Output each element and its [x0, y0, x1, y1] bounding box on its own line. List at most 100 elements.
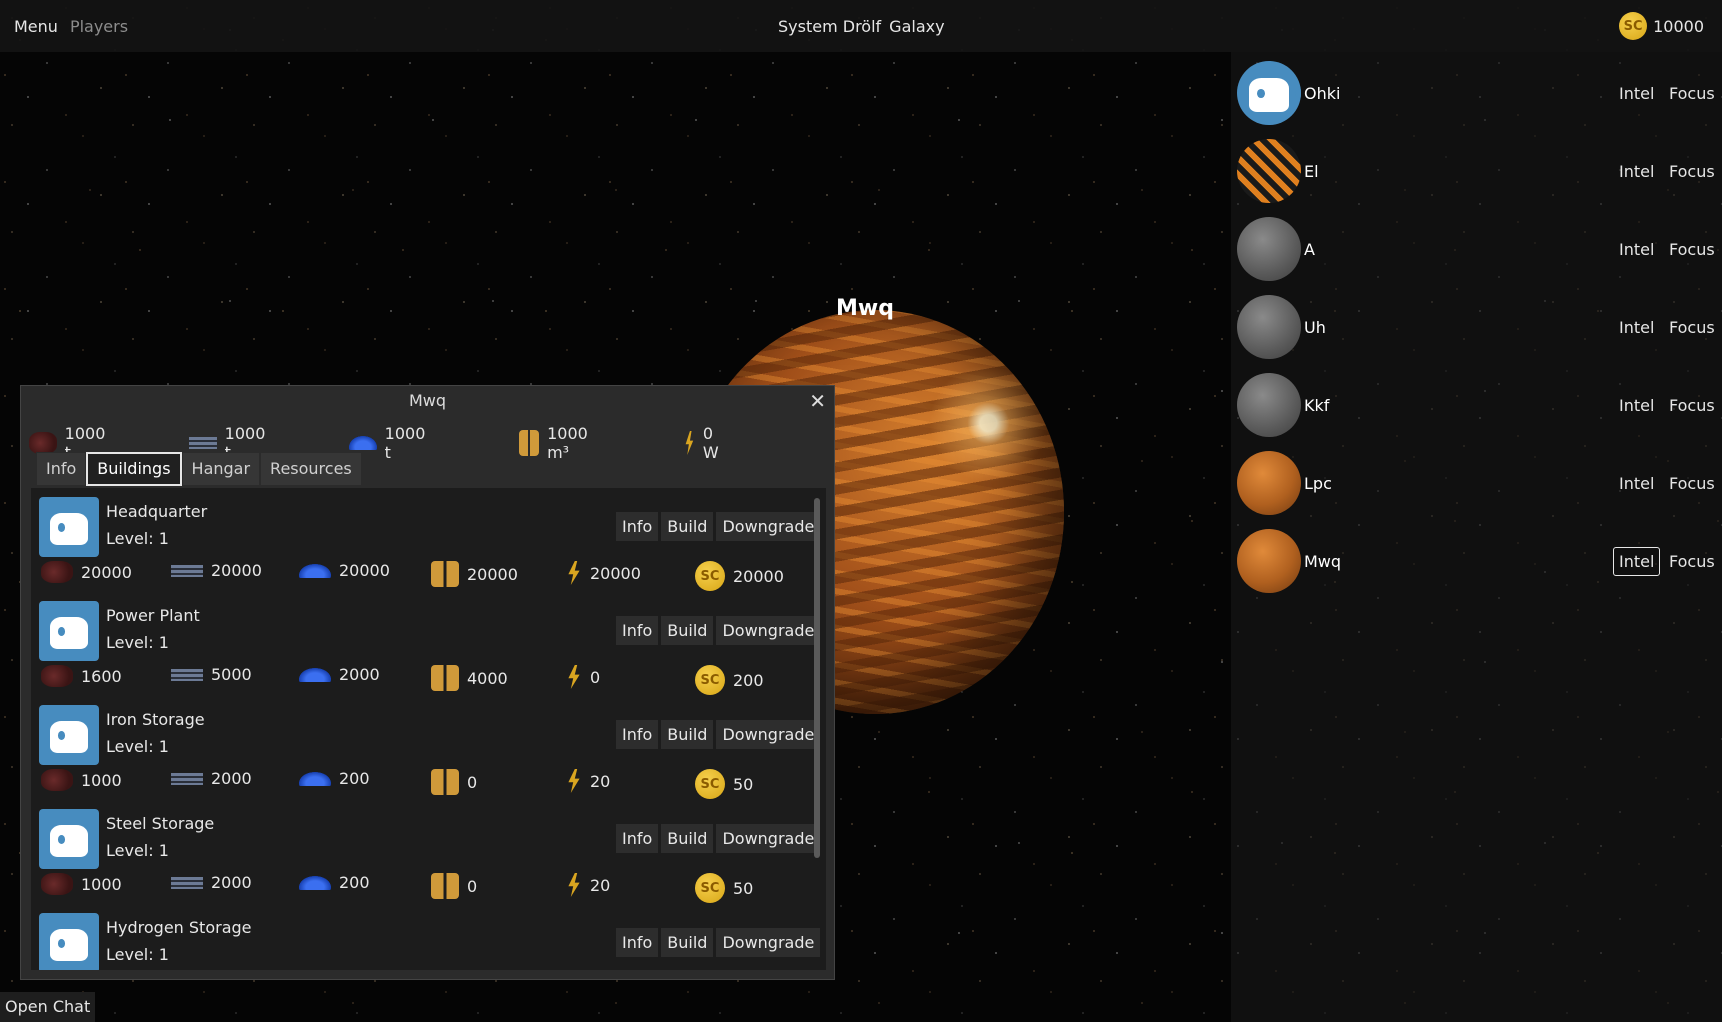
dialog-tabs: Info Buildings Hangar Resources — [36, 452, 362, 486]
focus-button[interactable]: Focus — [1663, 391, 1721, 420]
godot-icon — [1237, 61, 1301, 125]
menu-button[interactable]: Menu — [14, 17, 58, 36]
building-costs: 1000 2000 200 0 20 SC 50 — [41, 764, 811, 799]
building-name: Hydrogen Storage — [106, 918, 252, 937]
focus-button[interactable]: Focus — [1663, 547, 1721, 576]
body-row[interactable]: Lpc Intel Focus — [1231, 444, 1722, 522]
body-name: Uh — [1304, 317, 1326, 337]
orange-planet-icon — [1237, 529, 1301, 593]
info-button[interactable]: Info — [616, 512, 659, 541]
focus-button[interactable]: Focus — [1663, 157, 1721, 186]
hydrogen-cost: 4000 — [467, 668, 508, 688]
intel-button[interactable]: Intel — [1613, 469, 1660, 498]
lightning-icon — [568, 665, 580, 689]
lightning-icon — [568, 561, 580, 585]
intel-button[interactable]: Intel — [1613, 235, 1660, 264]
coin-icon: SC — [695, 561, 725, 591]
intel-button[interactable]: Intel — [1613, 546, 1661, 576]
galaxy-button[interactable]: Galaxy — [889, 17, 944, 36]
tab-resources[interactable]: Resources — [260, 452, 362, 486]
steel-cost: 2000 — [211, 769, 252, 788]
focus-button[interactable]: Focus — [1663, 235, 1721, 264]
build-button[interactable]: Build — [661, 928, 714, 957]
focus-button[interactable]: Focus — [1663, 79, 1721, 108]
gray-moon-icon — [1237, 217, 1301, 281]
scrollbar[interactable] — [814, 498, 820, 858]
building-row: Iron Storage Level: 1 Info Build Downgra… — [31, 696, 821, 800]
players-button[interactable]: Players — [70, 17, 128, 36]
energy-cost: 20 — [590, 771, 611, 791]
lightning-icon — [568, 769, 580, 793]
building-name: Iron Storage — [106, 710, 205, 729]
wave-cost: 200 — [339, 873, 370, 892]
lightning-icon — [568, 873, 580, 897]
body-row[interactable]: A Intel Focus — [1231, 210, 1722, 288]
info-button[interactable]: Info — [616, 616, 659, 645]
downgrade-button[interactable]: Downgrade — [716, 720, 821, 749]
body-row[interactable]: Mwq Intel Focus — [1231, 522, 1722, 600]
hydrogen-tanks-icon — [431, 873, 459, 899]
building-level: Level: 1 — [106, 841, 169, 860]
building-level: Level: 1 — [106, 529, 169, 548]
downgrade-button[interactable]: Downgrade — [716, 616, 821, 645]
intel-button[interactable]: Intel — [1613, 157, 1660, 186]
godot-icon — [39, 705, 99, 765]
build-button[interactable]: Build — [661, 720, 714, 749]
downgrade-button[interactable]: Downgrade — [716, 928, 821, 957]
credits-value: 10000 — [1653, 16, 1704, 36]
iron-cost: 1000 — [81, 770, 122, 790]
tab-info[interactable]: Info — [36, 452, 87, 486]
downgrade-button[interactable]: Downgrade — [716, 512, 821, 541]
hydrogen-tanks-icon — [431, 769, 459, 795]
el-moon-icon — [1237, 139, 1301, 203]
building-costs: 1600 5000 2000 4000 0 SC 200 — [41, 660, 811, 695]
downgrade-button[interactable]: Downgrade — [716, 824, 821, 853]
lightning-icon — [685, 431, 694, 455]
build-button[interactable]: Build — [661, 512, 714, 541]
wave-cost: 2000 — [339, 665, 380, 684]
iron-ore-icon — [41, 873, 73, 895]
hydrogen-cost: 20000 — [467, 564, 518, 584]
godot-icon — [39, 497, 99, 557]
intel-button[interactable]: Intel — [1613, 79, 1660, 108]
wave-amount: 1000 t — [384, 424, 426, 462]
close-icon[interactable]: ✕ — [809, 389, 826, 413]
planet-dialog: Mwq ✕ 1000 t 1000 t 1000 t 1000 m³ 0 W I… — [20, 385, 835, 980]
system-button[interactable]: System Drölf — [778, 17, 881, 36]
focus-button[interactable]: Focus — [1663, 469, 1721, 498]
info-button[interactable]: Info — [616, 720, 659, 749]
hydrogen-resource: 1000 m³ — [519, 424, 596, 462]
info-button[interactable]: Info — [616, 928, 659, 957]
coin-icon: SC — [695, 873, 725, 903]
steel-icon — [171, 876, 203, 889]
intel-button[interactable]: Intel — [1613, 391, 1660, 420]
tab-hangar[interactable]: Hangar — [181, 452, 261, 486]
body-row[interactable]: El Intel Focus — [1231, 132, 1722, 210]
tab-buildings[interactable]: Buildings — [86, 452, 182, 486]
body-row[interactable]: Kkf Intel Focus — [1231, 366, 1722, 444]
steel-icon — [189, 437, 217, 449]
body-row[interactable]: Uh Intel Focus — [1231, 288, 1722, 366]
energy-amount: 0 W — [702, 424, 719, 462]
building-row: Power Plant Level: 1 Info Build Downgrad… — [31, 592, 821, 696]
building-costs: 20000 20000 20000 20000 20000 SC 20000 — [41, 556, 811, 591]
iron-cost: 1000 — [81, 874, 122, 894]
credit-cost: 50 — [733, 774, 754, 794]
energy-cost: 20000 — [590, 563, 641, 583]
body-row[interactable]: Ohki Intel Focus — [1231, 54, 1722, 132]
body-name: A — [1304, 239, 1315, 259]
info-button[interactable]: Info — [616, 824, 659, 853]
coin-icon: SC — [695, 665, 725, 695]
steel-icon — [171, 772, 203, 785]
open-chat-button[interactable]: Open Chat — [0, 992, 96, 1022]
build-button[interactable]: Build — [661, 616, 714, 645]
dialog-title: Mwq — [408, 391, 447, 410]
steel-cost: 2000 — [211, 873, 252, 892]
build-button[interactable]: Build — [661, 824, 714, 853]
top-bar: Menu Players System Drölf Galaxy SC 1000… — [0, 0, 1722, 52]
intel-button[interactable]: Intel — [1613, 313, 1660, 342]
wave-icon — [349, 436, 377, 450]
steel-cost: 5000 — [211, 665, 252, 684]
body-name: Ohki — [1304, 83, 1341, 103]
focus-button[interactable]: Focus — [1663, 313, 1721, 342]
